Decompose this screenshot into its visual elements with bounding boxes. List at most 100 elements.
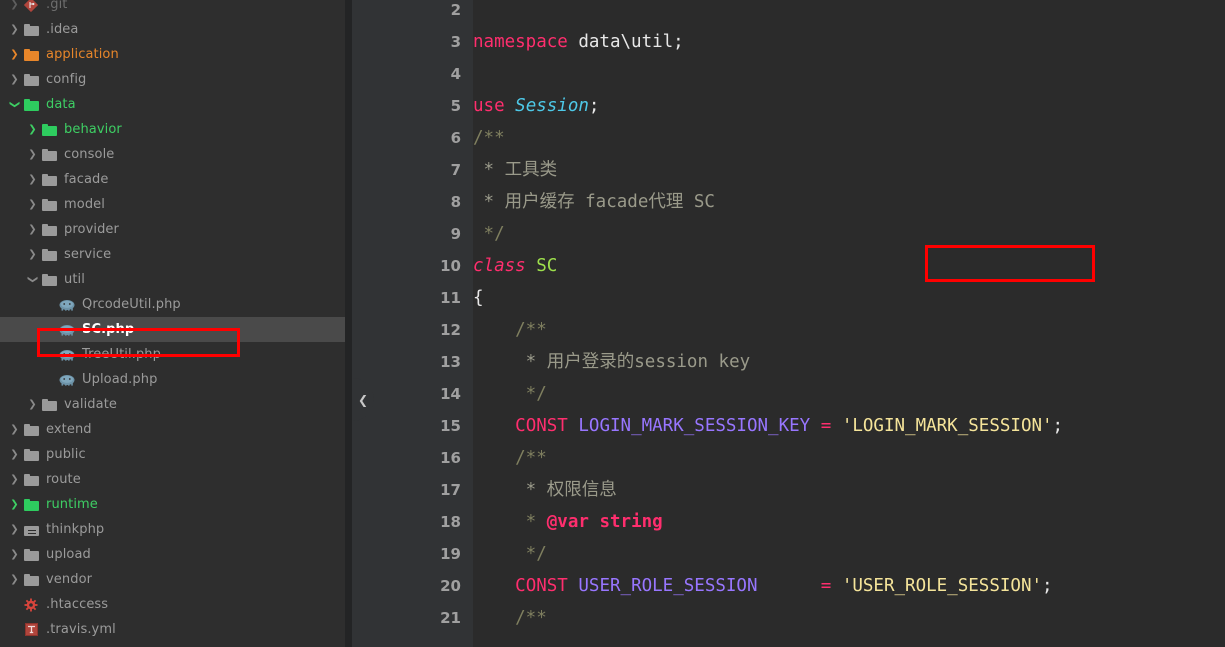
tree-item-runtime[interactable]: ❯ runtime — [0, 492, 345, 517]
chevron-right-icon[interactable]: ❯ — [26, 142, 39, 167]
line-number[interactable]: 6 — [352, 122, 473, 154]
tree-item-service[interactable]: ❯ service — [0, 242, 345, 267]
tree-item-label: extend — [46, 422, 92, 437]
line-number[interactable]: 11 — [352, 282, 473, 314]
line-number[interactable]: 7 — [352, 154, 473, 186]
tree-item-provider[interactable]: ❯ provider — [0, 217, 345, 242]
tree-item-util[interactable]: ❯ util — [0, 267, 345, 292]
tree-item-route[interactable]: ❯ route — [0, 467, 345, 492]
chevron-right-icon[interactable]: ❯ — [8, 442, 21, 467]
tree-item-htaccess[interactable]: .htaccess — [0, 592, 345, 617]
tree-item-model[interactable]: ❯ model — [0, 192, 345, 217]
line-number-gutter[interactable]: 2 3 4 5 6 7 8 9 10 11 12 13 14 15 16 17 18 19 20 21 — [352, 0, 473, 647]
code-line-11: { — [473, 282, 1225, 314]
line-number[interactable]: 16 — [352, 442, 473, 474]
token-class-name-sc: SC — [536, 256, 558, 276]
line-number[interactable]: 17 — [352, 474, 473, 506]
line-number[interactable]: 2 — [352, 0, 473, 26]
line-number[interactable]: 21 — [352, 602, 473, 634]
line-number[interactable]: 15 — [352, 410, 473, 442]
line-number[interactable]: 3 — [352, 26, 473, 58]
tree-item-label: validate — [64, 397, 117, 412]
chevron-right-icon[interactable]: ❯ — [8, 517, 21, 542]
line-number[interactable]: 10 — [352, 250, 473, 282]
tree-item-behavior[interactable]: ❯ behavior — [0, 117, 345, 142]
chevron-right-icon[interactable]: ❯ — [26, 242, 39, 267]
tree-item-label: upload — [46, 547, 91, 562]
tree-item-qrcodeutil-php[interactable]: QrcodeUtil.php — [0, 292, 345, 317]
tree-item-treeutil-php[interactable]: TreeUtil.php — [0, 342, 345, 367]
folder-icon — [39, 117, 59, 142]
line-number[interactable]: 9 — [352, 218, 473, 250]
line-number[interactable]: 20 — [352, 570, 473, 602]
tree-item-label: vendor — [46, 572, 93, 587]
folder-icon — [41, 198, 57, 211]
tree-item-idea[interactable]: ❯ .idea — [0, 17, 345, 42]
tree-item-facade[interactable]: ❯ facade — [0, 167, 345, 192]
token-equals-20: = — [820, 576, 832, 596]
tree-item-application[interactable]: ❯ application — [0, 42, 345, 67]
chevron-right-icon[interactable]: ❯ — [8, 417, 21, 442]
code-editor[interactable]: 2 3 4 5 6 7 8 9 10 11 12 13 14 15 16 17 18 19 20 21 namespa… — [352, 0, 1225, 647]
chevron-right-icon[interactable]: ❯ — [8, 492, 21, 517]
tree-item-label: SC.php — [82, 322, 135, 337]
chevron-right-icon[interactable]: ❯ — [8, 67, 21, 92]
tree-item-label: application — [46, 47, 119, 62]
tree-item-sc-php[interactable]: SC.php — [0, 317, 345, 342]
line-number[interactable]: 12 — [352, 314, 473, 346]
tree-item-console[interactable]: ❯ console — [0, 142, 345, 167]
tree-item-extend[interactable]: ❯ extend — [0, 417, 345, 442]
chevron-right-icon[interactable]: ❯ — [8, 567, 21, 592]
line-number[interactable]: 8 — [352, 186, 473, 218]
line-number[interactable]: 18 — [352, 506, 473, 538]
chevron-right-icon[interactable]: ❯ — [26, 117, 39, 142]
folder-icon — [21, 492, 41, 517]
chevron-right-icon[interactable]: ❯ — [8, 42, 21, 67]
tree-item-thinkphp[interactable]: ❯ thinkphp — [0, 517, 345, 542]
tree-item-label: route — [46, 472, 81, 487]
line-number[interactable]: 4 — [352, 58, 473, 90]
tree-item-vendor[interactable]: ❯ vendor — [0, 567, 345, 592]
line-number[interactable]: 13 — [352, 346, 473, 378]
tree-item-label: facade — [64, 172, 109, 187]
chevron-right-icon[interactable]: ❯ — [26, 167, 39, 192]
project-sidebar[interactable]: ❯ .git ❯ .idea ❯ application ❯ config ❯ data ❯ beha… — [0, 0, 345, 647]
token-keyword-class: class — [473, 256, 526, 276]
php-icon — [57, 342, 77, 367]
tree-item-git[interactable]: ❯ .git — [0, 0, 345, 17]
token-docblock-open-12: /** — [473, 320, 547, 340]
line-number[interactable]: 5 — [352, 90, 473, 122]
tree-item-public[interactable]: ❯ public — [0, 442, 345, 467]
chevron-right-icon[interactable]: ❯ — [8, 467, 21, 492]
tree-item-label: runtime — [46, 497, 98, 512]
line-number[interactable]: 19 — [352, 538, 473, 570]
tree-item-upload-php[interactable]: Upload.php — [0, 367, 345, 392]
ide-window: ❯ .git ❯ .idea ❯ application ❯ config ❯ data ❯ beha… — [0, 0, 1225, 647]
chevron-right-icon[interactable]: ❯ — [26, 192, 39, 217]
chevron-right-icon[interactable]: ❯ — [26, 217, 39, 242]
chevron-right-icon[interactable]: ❯ — [8, 0, 21, 17]
folder-icon — [23, 98, 39, 111]
folder-icon — [39, 142, 59, 167]
folder-icon — [39, 242, 59, 267]
tree-item-validate[interactable]: ❯ validate — [0, 392, 345, 417]
chevron-right-icon[interactable]: ❯ — [26, 392, 39, 417]
tree-item-label: TreeUtil.php — [82, 347, 161, 362]
code-line-16: /** — [473, 442, 1225, 474]
project-file-tree[interactable]: ❯ .git ❯ .idea ❯ application ❯ config ❯ data ❯ beha… — [0, 0, 345, 642]
tree-item-config[interactable]: ❯ config — [0, 67, 345, 92]
tree-item-travis-yml[interactable]: .travis.yml — [0, 617, 345, 642]
token-class-session: Session — [515, 96, 589, 116]
folder-icon — [21, 17, 41, 42]
code-content-area[interactable]: namespace data\util; use Session; /** * … — [473, 0, 1225, 647]
sidebar-splitter[interactable]: ❮ — [345, 0, 374, 647]
tree-item-data[interactable]: ❯ data — [0, 92, 345, 117]
chevron-right-icon[interactable]: ❯ — [8, 17, 21, 42]
chevron-right-icon[interactable]: ❯ — [8, 542, 21, 567]
tree-item-upload[interactable]: ❯ upload — [0, 542, 345, 567]
